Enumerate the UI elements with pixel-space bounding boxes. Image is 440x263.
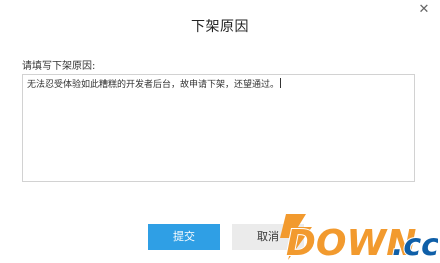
dialog-title: 下架原因 — [191, 19, 249, 35]
watermark-logo: DOWN .cc — [280, 214, 438, 260]
reason-textarea[interactable]: 无法忍受体验如此糟糕的开发者后台，故申请下架，还望通过。 — [22, 74, 415, 182]
watermark-suffix-text: .cc — [392, 228, 438, 260]
remove-reason-dialog: ✕ 下架原因 请填写下架原因: 无法忍受体验如此糟糕的开发者后台，故申请下架，还… — [0, 0, 440, 263]
reason-text: 无法忍受体验如此糟糕的开发者后台，故申请下架，还望通过。 — [27, 80, 280, 90]
reason-label: 请填写下架原因: — [22, 61, 96, 72]
text-caret — [280, 78, 282, 88]
submit-button[interactable]: 提交 — [148, 224, 220, 250]
